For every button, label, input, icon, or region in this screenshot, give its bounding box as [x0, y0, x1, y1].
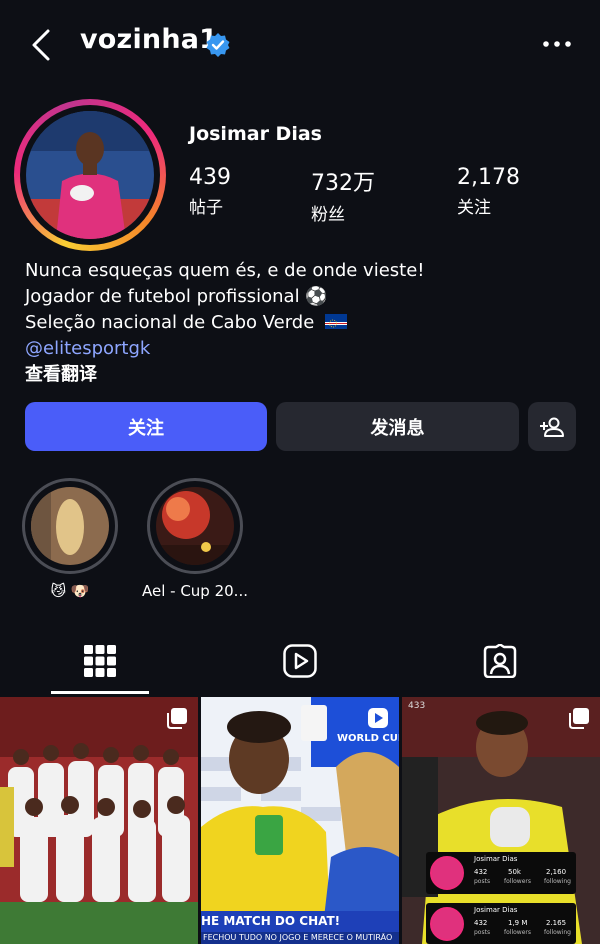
- chevron-left-icon[interactable]: [28, 28, 58, 62]
- tagged-icon: [483, 644, 517, 678]
- card-label: posts: [474, 929, 491, 936]
- post-thumbnail[interactable]: [0, 697, 198, 944]
- stat-label: 帖子: [189, 198, 223, 218]
- post-image: [0, 697, 198, 944]
- follow-button[interactable]: 关注: [25, 402, 267, 451]
- tab-posts[interactable]: [0, 632, 200, 696]
- bio-line: Jogador de futebol profissional ⚽: [25, 286, 328, 307]
- highlight-label: Ael - Cup 20...: [141, 582, 248, 600]
- stat-value: 732万: [311, 171, 375, 196]
- highlight-1[interactable]: [22, 478, 118, 574]
- card-label: following: [544, 929, 571, 936]
- see-translation-link[interactable]: 查看翻译: [25, 362, 425, 388]
- grid-icon: [84, 645, 116, 677]
- stat-label: 关注: [457, 198, 491, 218]
- post-sub-text: FECHOU TUDO NO JOGO E MERECE O MUTIRÃO: [203, 933, 393, 942]
- post-banner-text: HE MATCH DO CHAT!: [201, 914, 341, 928]
- stat-followers[interactable]: 732万 粉丝: [311, 165, 375, 225]
- stat-value: 439: [189, 165, 231, 190]
- cape-verde-flag-icon: [325, 314, 348, 329]
- more-horizontal-icon[interactable]: [542, 38, 572, 50]
- highlight-cover: [156, 487, 234, 565]
- highlight-label: 😼 🐶: [50, 582, 90, 600]
- add-person-icon: [540, 417, 564, 437]
- stat-value: 2,178: [457, 165, 520, 190]
- card-label: following: [544, 878, 571, 885]
- card-label: posts: [474, 878, 491, 885]
- bio: Nunca esqueças quem és, e de onde vieste…: [25, 258, 425, 388]
- tab-tagged[interactable]: [400, 632, 600, 696]
- stat-posts[interactable]: 439 帖子: [189, 165, 231, 218]
- suggest-people-button[interactable]: [528, 402, 576, 451]
- highlight-2[interactable]: [147, 478, 243, 574]
- username: vozinha1: [80, 24, 219, 55]
- post-thumbnail[interactable]: 433 Josimar Dias 432 50k 2,160 posts fol…: [402, 697, 600, 944]
- top-bar: vozinha1: [0, 0, 600, 92]
- bio-line: Seleção nacional de Cabo Verde: [25, 312, 315, 333]
- avatar[interactable]: [14, 99, 166, 251]
- post-overlay-topright: WORLD CUP 2026: [337, 733, 399, 744]
- bio-line-flag: Seleção nacional de Cabo Verde: [25, 310, 425, 336]
- carousel-icon: [167, 708, 187, 729]
- verified-badge-icon: [206, 33, 230, 57]
- message-button[interactable]: 发消息: [276, 402, 519, 451]
- stat-following[interactable]: 2,178 关注: [457, 165, 520, 218]
- reel-play-icon: [368, 708, 388, 728]
- bio-line: Nunca esqueças quem és, e de onde vieste…: [25, 260, 425, 281]
- card-avatar: [430, 907, 464, 941]
- card-following: 2,160: [546, 868, 567, 876]
- card-label: followers: [504, 929, 531, 936]
- card-followers: 1,9 M: [508, 919, 528, 927]
- post-thumbnail[interactable]: WORLD CUP 2026 HE MATCH DO CHAT! FECHOU …: [201, 697, 399, 944]
- profile-tabs: [0, 632, 600, 696]
- profile-card-overlay: Josimar Dias 432 1,9 M 2.165 posts follo…: [426, 903, 576, 944]
- card-name: Josimar Dias: [474, 906, 518, 914]
- display-name: Josimar Dias: [189, 123, 322, 145]
- profile-photo: [26, 111, 154, 239]
- card-followers: 50k: [508, 868, 521, 876]
- reels-icon: [283, 644, 317, 678]
- card-label: followers: [504, 878, 531, 885]
- bio-link[interactable]: @elitesportgk: [25, 336, 425, 362]
- card-following: 2.165: [546, 919, 567, 927]
- card-posts: 432: [474, 868, 488, 876]
- carousel-icon: [569, 708, 589, 729]
- highlight-cover: [31, 487, 109, 565]
- stat-label: 粉丝: [311, 205, 345, 225]
- profile-card-overlay: Josimar Dias 432 50k 2,160 posts followe…: [426, 852, 576, 894]
- card-avatar: [430, 856, 464, 890]
- post-corner-text: 433: [408, 701, 426, 711]
- active-tab-indicator: [51, 691, 149, 694]
- card-posts: 432: [474, 919, 488, 927]
- card-name: Josimar Dias: [474, 855, 518, 863]
- tab-reels[interactable]: [200, 632, 400, 696]
